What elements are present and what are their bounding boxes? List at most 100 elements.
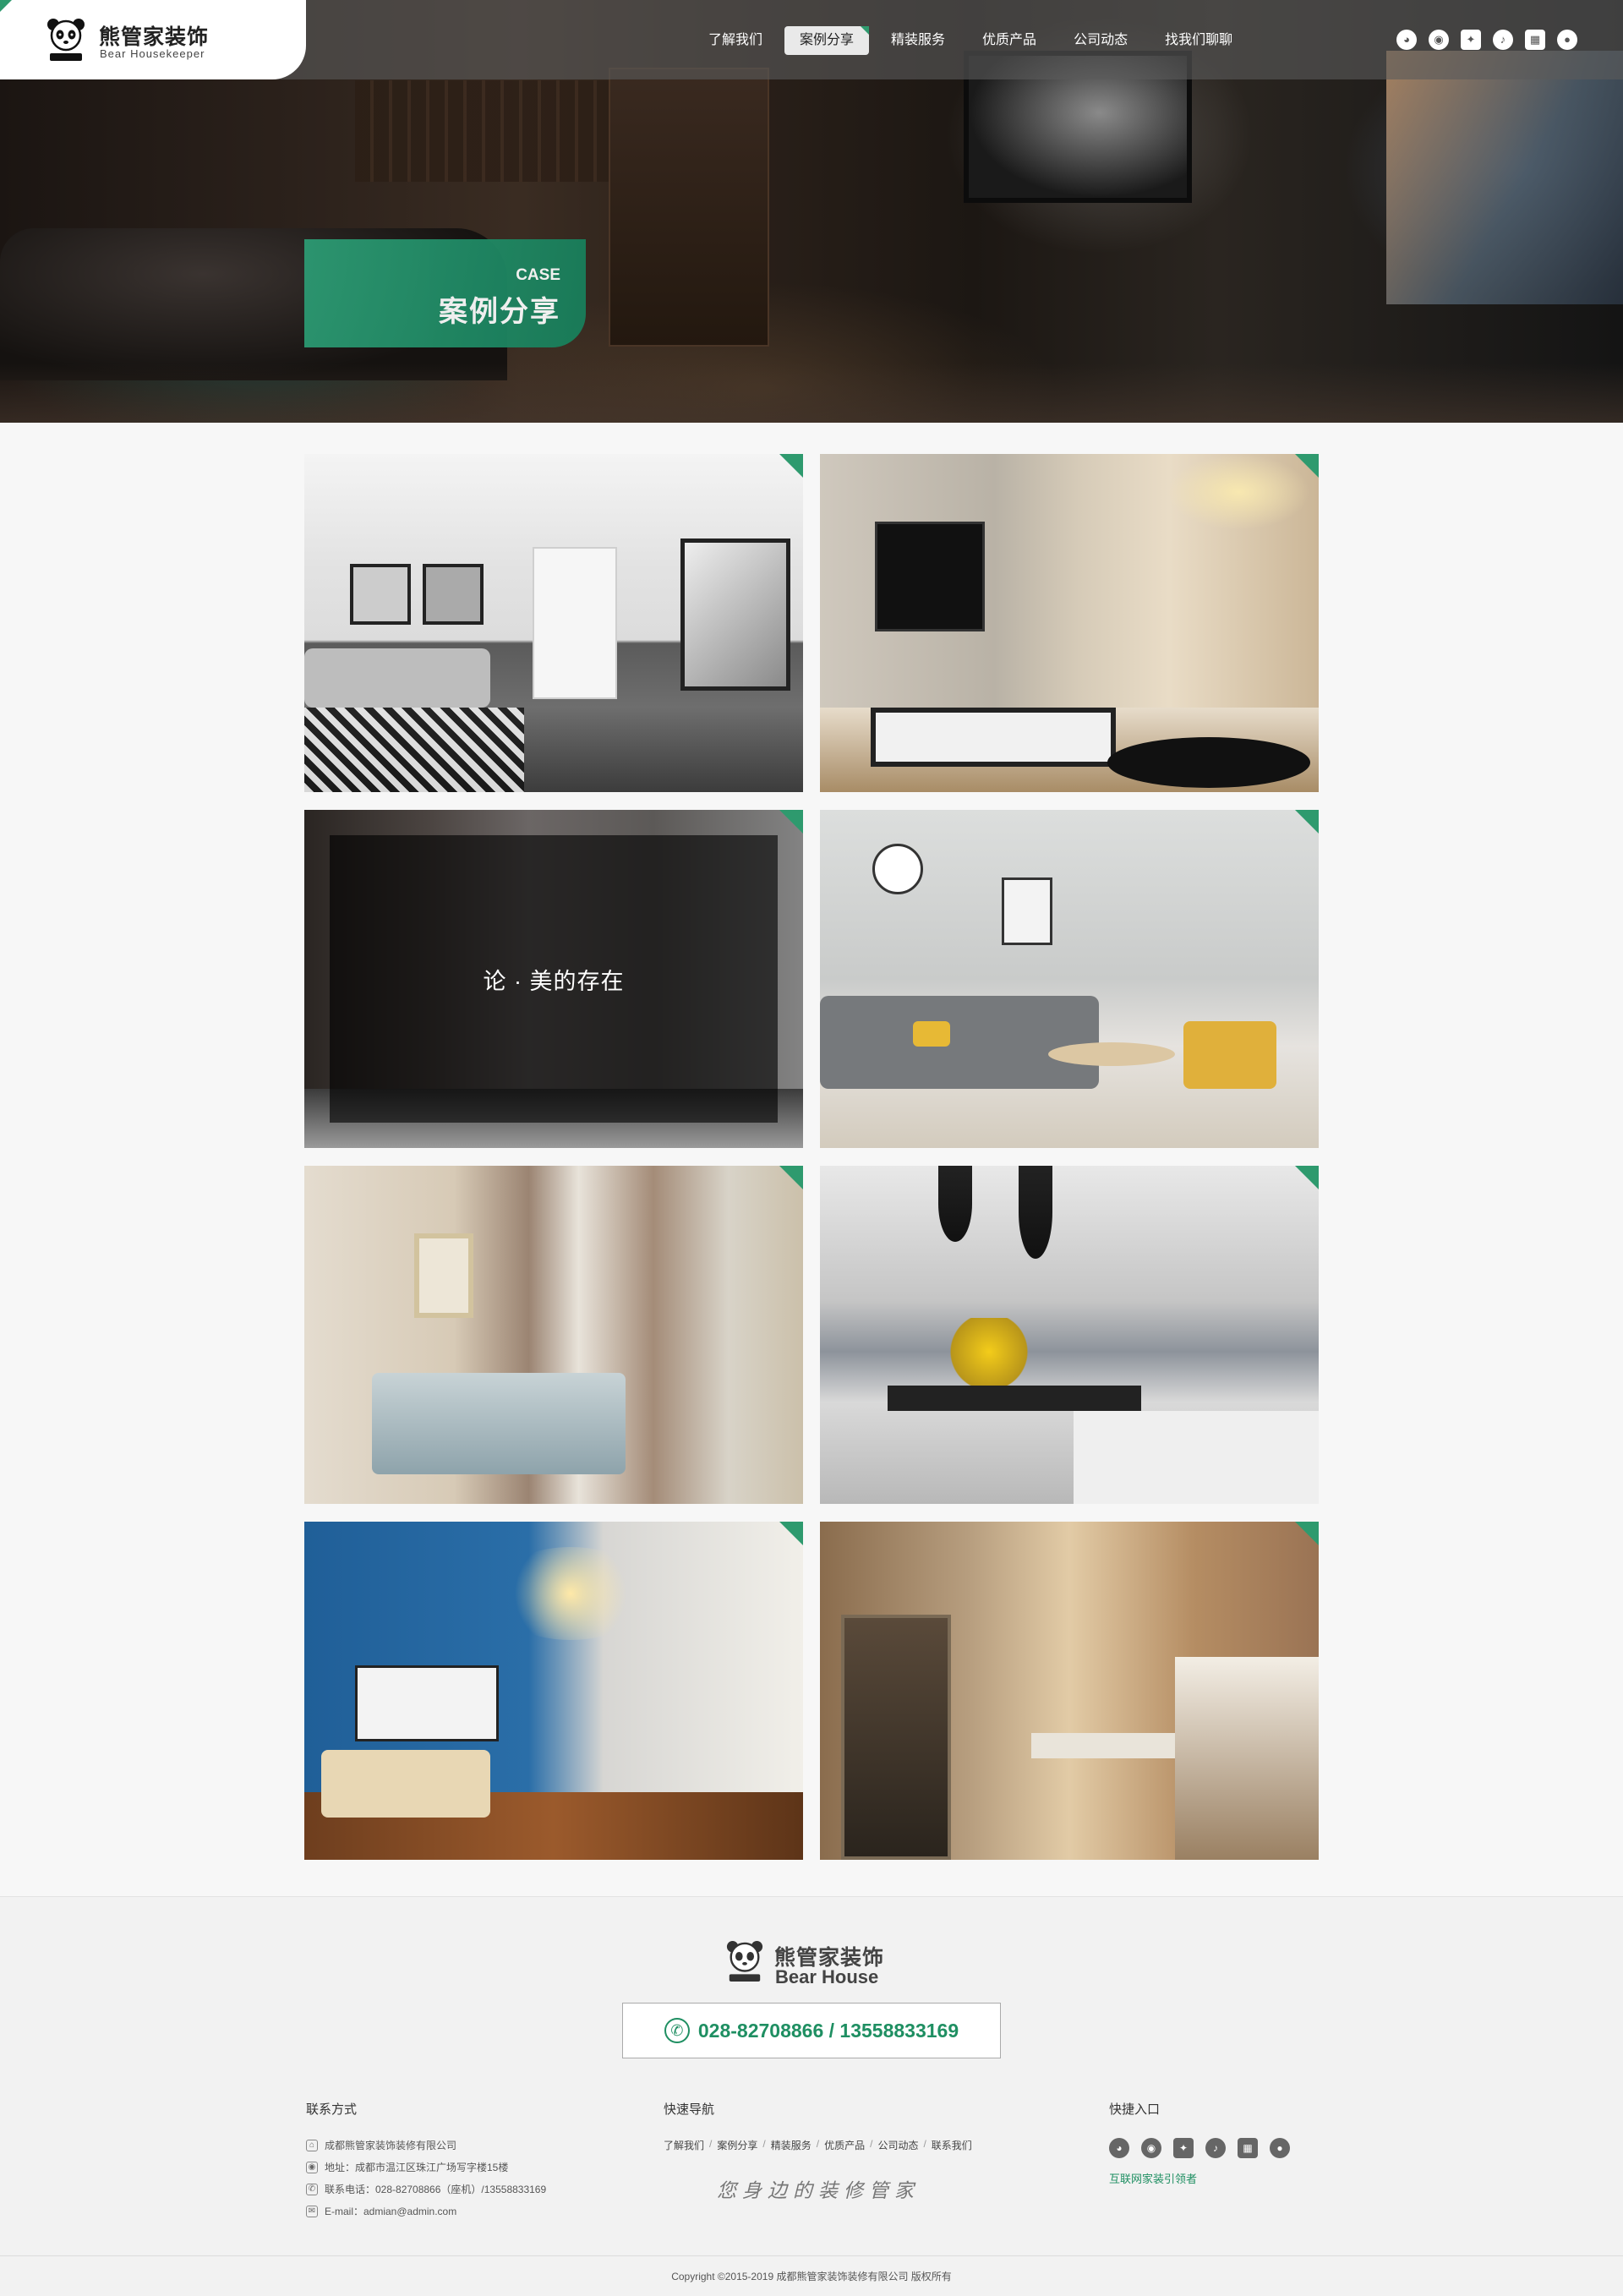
separator: / — [816, 2138, 820, 2150]
case-image-pendant-lamp — [938, 1166, 972, 1242]
case-image-dining-table — [888, 1386, 1141, 1411]
home-icon: ⌂ — [306, 2139, 318, 2151]
case-image-kitchen-island — [1074, 1411, 1319, 1504]
mail-icon: ✉ — [306, 2205, 318, 2217]
footer-tagline: 互联网家装引领者 — [1109, 2173, 1198, 2185]
qr-icon[interactable]: ▦ — [1238, 2138, 1258, 2158]
case-image-mirror — [414, 1233, 473, 1318]
nav-item-about[interactable]: 了解我们 — [693, 26, 778, 55]
footer-quick-entry-title: 快捷入口 — [1109, 2102, 1161, 2117]
case-badge: CASE 案例分享 — [304, 239, 586, 347]
case-image-clock — [872, 844, 923, 894]
contact-company: 成都熊管家装饰装修有限公司 — [325, 2140, 457, 2151]
wechat-icon[interactable]: ◕ — [1109, 2138, 1129, 2158]
case-image-wall-art — [355, 1665, 499, 1741]
logo-name-cn: 熊管家装饰 — [99, 25, 210, 49]
app-icon[interactable]: ✦ — [1173, 2138, 1194, 2158]
case-card[interactable] — [820, 810, 1319, 1148]
hotline-box[interactable]: ✆ 028-82708866 / 13558833169 — [622, 2003, 1001, 2058]
case-image-coffee-table — [1048, 1042, 1175, 1066]
contact-address-row: ◉ 地址：成都市温江区珠江广场写字楼15楼 — [306, 2160, 546, 2174]
nav-item-products[interactable]: 优质产品 — [967, 26, 1052, 55]
location-icon: ◉ — [306, 2161, 318, 2173]
app-icon[interactable]: ✦ — [1461, 30, 1481, 50]
case-image-chandelier — [1167, 454, 1310, 530]
case-image-frame — [1002, 877, 1052, 945]
phone-icon: ✆ — [664, 2018, 690, 2043]
panda-logo-icon — [47, 19, 85, 61]
separator: / — [709, 2138, 713, 2150]
footer-social-icons: ◕ ◉ ✦ ♪ ▦ ● — [1109, 2138, 1290, 2158]
case-image-ottoman — [1183, 1021, 1276, 1089]
footer-slogan: 您身边的装修管家 — [717, 2180, 920, 2202]
footer-link-contact[interactable]: 联系我们 — [932, 2138, 972, 2152]
footer-quick-nav-title: 快速导航 — [664, 2102, 715, 2117]
nav-item-cases[interactable]: 案例分享 — [784, 26, 870, 55]
qr-icon[interactable]: ▦ — [1525, 30, 1545, 50]
case-card[interactable] — [304, 1166, 803, 1504]
hero-cabinet — [609, 68, 769, 347]
nav-item-news[interactable]: 公司动态 — [1058, 26, 1143, 55]
case-image-tv-cabinet — [871, 708, 1116, 767]
contact-phone: 联系电话：028-82708866（座机）/13558833169 — [325, 2184, 547, 2195]
panda-logo-icon — [726, 1941, 763, 1982]
footer-nav-links: 了解我们 / 案例分享 / 精装服务 / 优质产品 / 公司动态 / 联系我们 — [664, 2138, 972, 2152]
case-card[interactable] — [820, 1522, 1319, 1860]
case-image-sofa — [304, 648, 490, 708]
bear-icon[interactable]: ● — [1270, 2138, 1290, 2158]
copyright: Copyright ©2015-2019 成都熊管家装饰装修有限公司 版权所有 — [0, 2255, 1623, 2296]
case-card[interactable] — [304, 454, 803, 792]
case-image-door — [841, 1615, 951, 1860]
weibo-icon[interactable]: ◉ — [1429, 30, 1449, 50]
case-image-coffee-table — [1107, 737, 1310, 788]
case-image-chandelier — [490, 1547, 651, 1640]
footer-link-cases[interactable]: 案例分享 — [717, 2138, 757, 2152]
nav-item-contact[interactable]: 找我们聊聊 — [1150, 26, 1248, 55]
separator: / — [762, 2138, 766, 2150]
case-image-bed — [372, 1373, 626, 1474]
douyin-icon[interactable]: ♪ — [1205, 2138, 1226, 2158]
footer-link-news[interactable]: 公司动态 — [877, 2138, 918, 2152]
logo[interactable]: 熊管家装饰 Bear Housekeeper — [0, 0, 306, 79]
main-nav: 了解我们 案例分享 精装服务 优质产品 公司动态 找我们聊聊 — [693, 26, 1248, 55]
contact-email[interactable]: E-mail：admian@admin.com — [325, 2204, 456, 2218]
footer-contact: 联系方式 ⌂ 成都熊管家装饰装修有限公司 ◉ 地址：成都市温江区珠江广场写字楼1… — [306, 2100, 546, 2226]
case-image-doorway — [533, 547, 617, 699]
case-grid: 论 · 美的存在 — [304, 454, 1319, 1860]
case-badge-title: 案例分享 — [439, 296, 560, 328]
case-card[interactable] — [304, 1522, 803, 1860]
case-card[interactable] — [820, 454, 1319, 792]
case-image-sofa — [820, 996, 1099, 1089]
wechat-icon[interactable]: ◕ — [1396, 30, 1417, 50]
footer: 熊管家装饰 Bear House ✆ 028-82708866 / 135588… — [0, 1896, 1623, 2296]
footer-link-products[interactable]: 优质产品 — [824, 2138, 865, 2152]
case-image-cushion — [913, 1021, 950, 1047]
case-image-pendant-lamp — [1019, 1166, 1052, 1259]
case-card[interactable] — [820, 1166, 1319, 1504]
separator: / — [923, 2138, 926, 2150]
footer-quick-entry: 快捷入口 ◕ ◉ ✦ ♪ ▦ ● 互联网家装引领者 — [1109, 2100, 1290, 2186]
case-image-tv — [875, 522, 985, 631]
hero-poster — [1386, 51, 1623, 304]
weibo-icon[interactable]: ◉ — [1141, 2138, 1161, 2158]
footer-quick-nav: 快速导航 了解我们 / 案例分享 / 精装服务 / 优质产品 / 公司动态 / 联系我们 … — [664, 2100, 972, 2203]
case-badge-en: CASE — [516, 266, 560, 284]
contact-phone-row: ✆ 联系电话：028-82708866（座机）/13558833169 — [306, 2182, 546, 2196]
hero-wine-shelf — [355, 80, 626, 182]
douyin-icon[interactable]: ♪ — [1493, 30, 1513, 50]
case-hover-overlay: 论 · 美的存在 — [330, 835, 778, 1123]
nav-item-services[interactable]: 精装服务 — [876, 26, 960, 55]
case-image-bar-counter — [1175, 1657, 1319, 1860]
social-links: ◕ ◉ ✦ ♪ ▦ ● — [1396, 30, 1577, 50]
footer-link-services[interactable]: 精装服务 — [771, 2138, 812, 2152]
case-card-hovered[interactable]: 论 · 美的存在 — [304, 810, 803, 1148]
case-image-rug — [304, 708, 524, 792]
case-image-sofa — [321, 1750, 490, 1818]
bear-icon[interactable]: ● — [1557, 30, 1577, 50]
footer-link-about[interactable]: 了解我们 — [664, 2138, 704, 2152]
hero-floor — [0, 364, 1623, 423]
contact-company-row: ⌂ 成都熊管家装饰装修有限公司 — [306, 2138, 546, 2152]
case-image-painting — [680, 538, 790, 691]
logo-name-en: Bear Housekeeper — [100, 47, 205, 60]
case-image-dining-table — [1031, 1733, 1175, 1758]
